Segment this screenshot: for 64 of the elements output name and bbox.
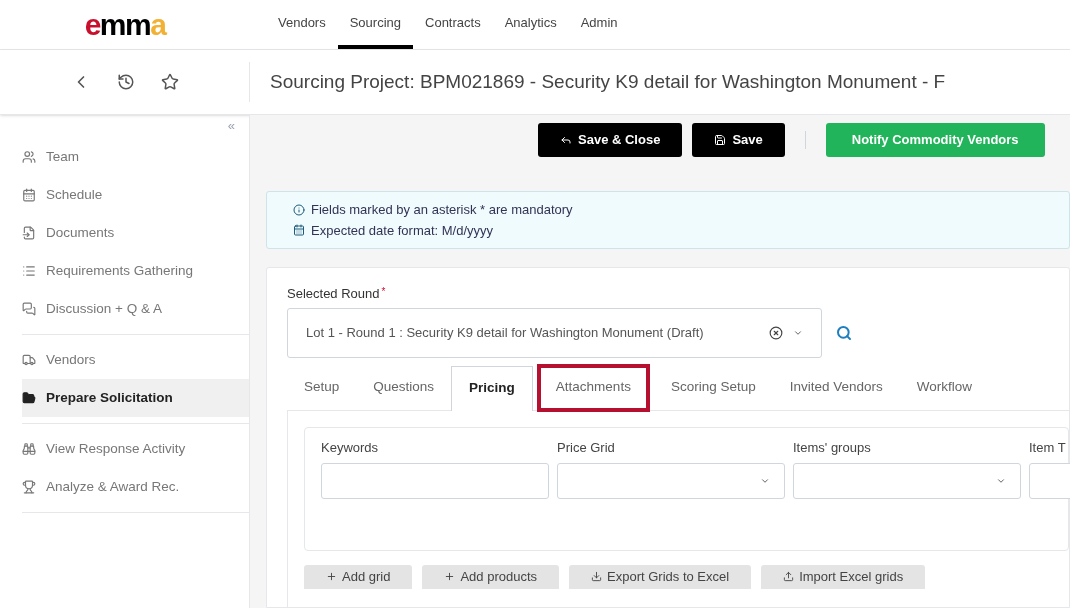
tab[interactable]: Setup	[287, 365, 357, 410]
action-button[interactable]: Save & Close	[538, 123, 683, 157]
history-icon[interactable]	[116, 73, 135, 91]
save-icon	[714, 134, 727, 146]
round-select[interactable]: Lot 1 - Round 1 : Security K9 detail for Washington Monument (Draft)	[287, 307, 822, 358]
nav-tab[interactable]: Admin	[568, 0, 630, 49]
filter-label: Price Grid	[557, 438, 616, 457]
field-label: Selected Round	[287, 286, 380, 301]
download-icon	[591, 571, 603, 582]
calendar-icon	[293, 224, 305, 237]
grid-button[interactable]: Export Grids to Excel	[569, 564, 752, 589]
caret-icon	[760, 476, 770, 486]
input-field[interactable]	[321, 463, 549, 499]
sidebar-item[interactable]: Schedule	[22, 176, 249, 214]
action-button[interactable]: Save	[692, 123, 785, 157]
truck-icon	[22, 353, 36, 367]
list-icon	[22, 264, 36, 278]
tab[interactable]: Invited Vendors	[772, 365, 900, 410]
tab[interactable]: Workflow	[899, 365, 990, 410]
trophy-icon	[22, 480, 36, 494]
star-icon[interactable]	[160, 73, 179, 91]
tab[interactable]: Pricing	[451, 365, 533, 411]
clear-icon[interactable]	[769, 325, 783, 340]
grid-button[interactable]: Add products	[422, 564, 560, 589]
nav-tab[interactable]: Sourcing	[337, 0, 413, 49]
tab[interactable]: Scoring Setup	[653, 365, 773, 410]
emma-logo: emma	[84, 9, 166, 40]
sidebar-item[interactable]: Prepare Solicitation	[22, 379, 249, 417]
binoculars-icon	[22, 442, 36, 456]
grid-button[interactable]: Import Excel grids	[761, 564, 926, 589]
nav-tab[interactable]: Analytics	[492, 0, 569, 49]
sidebar-item[interactable]: Team	[22, 138, 249, 176]
reply-arrow-icon	[560, 134, 572, 146]
chat-bubbles-icon	[22, 302, 36, 316]
sidebar-item[interactable]: View Response Activity	[22, 430, 249, 468]
grid-button[interactable]: Add grid	[304, 564, 413, 589]
upload-icon	[783, 571, 795, 582]
folder-icon	[22, 391, 36, 405]
sidebar-item[interactable]: Analyze & Award Rec.	[22, 468, 249, 506]
sidebar-item[interactable]: Discussion + Q & A	[22, 290, 249, 328]
required-asterisk: *	[381, 286, 386, 297]
notice-text: Fields marked by an asterisk * are mandatory	[311, 201, 573, 219]
calendar-icon	[22, 188, 36, 202]
plus-icon	[326, 571, 337, 582]
caret-icon	[996, 476, 1006, 486]
tab[interactable]: Questions	[356, 365, 452, 410]
notice-text: Expected date format: M/d/yyyy	[311, 221, 494, 240]
nav-tab[interactable]: Contracts	[413, 0, 493, 49]
sidebar-item[interactable]: Documents	[22, 214, 249, 252]
filter-label: Items' groups	[793, 438, 872, 457]
filter-label: Item T	[1029, 438, 1067, 457]
sidebar-item[interactable]: Requirements Gathering	[22, 252, 249, 290]
dropdown-field[interactable]	[557, 463, 785, 499]
plus-icon	[444, 571, 456, 582]
page-title: Sourcing Project: BPM021869 - Security K9 detail for Washington Monument - F	[269, 69, 946, 94]
tab[interactable]: Attachments	[538, 365, 648, 410]
filter-label: Keywords	[321, 438, 380, 457]
dropdown-field[interactable]	[793, 463, 1021, 499]
people-icon	[22, 150, 36, 164]
nav-tab[interactable]: Vendors	[266, 0, 338, 49]
sidebar-item[interactable]: Vendors	[22, 341, 249, 379]
document-icon	[22, 226, 36, 240]
info-icon	[293, 203, 305, 216]
search-icon[interactable]	[836, 324, 852, 341]
